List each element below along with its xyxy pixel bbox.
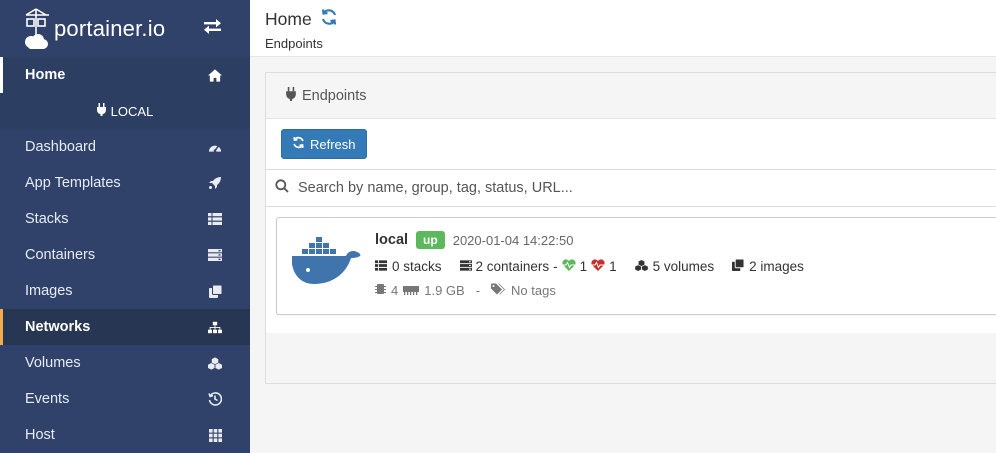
sidebar-item-label: Dashboard — [25, 139, 96, 155]
cubes-icon — [208, 356, 222, 370]
sidebar-item-app-templates[interactable]: App Templates — [0, 165, 250, 201]
server-icon — [459, 259, 472, 274]
cubes-icon — [634, 259, 648, 274]
widget-header: Endpoints — [266, 73, 996, 119]
toggle-endpoint-icon[interactable] — [203, 18, 222, 40]
separator: - — [553, 258, 558, 274]
images-stat: 2 images — [732, 258, 804, 274]
containers-count: 2 containers — [475, 258, 550, 274]
heartbeat-icon — [561, 258, 576, 274]
widget-actions: Refresh — [266, 119, 996, 169]
page-title-text: Home — [265, 9, 312, 29]
stacks-count: 0 stacks — [392, 258, 442, 274]
widget-footer — [266, 333, 996, 383]
page-title: Home — [265, 8, 981, 31]
volumes-count: 5 volumes — [652, 258, 715, 274]
refresh-button-label: Refresh — [310, 136, 356, 152]
search-icon — [275, 178, 289, 198]
unhealthy-count: 1 — [609, 258, 617, 274]
th-list-icon — [375, 259, 387, 274]
sidebar-item-host[interactable]: Host — [0, 417, 250, 453]
widget-title: Endpoints — [302, 87, 367, 104]
sidebar-item-label: Networks — [25, 319, 91, 335]
sidebar-item-label: Host — [25, 427, 55, 443]
refresh-button[interactable]: Refresh — [281, 129, 367, 159]
breadcrumb: Endpoints — [265, 36, 323, 51]
refresh-page-icon[interactable] — [320, 8, 338, 31]
memory-size: 1.9 GB — [424, 282, 465, 298]
search-input[interactable] — [298, 180, 898, 196]
sidebar-item-images[interactable]: Images — [0, 273, 250, 309]
tags-text: No tags — [511, 282, 556, 298]
endpoints-widget: Endpoints Refresh Search by name, group,… — [265, 72, 996, 384]
plug-icon — [96, 103, 106, 119]
sidebar-item-volumes[interactable]: Volumes — [0, 345, 250, 381]
search-bar — [266, 169, 996, 207]
rocket-icon — [208, 176, 222, 190]
sidebar-item-stacks[interactable]: Stacks — [0, 201, 250, 237]
clone-icon — [732, 258, 745, 274]
stacks-stat: 0 stacks — [375, 259, 442, 274]
th-icon — [208, 428, 222, 442]
images-count: 2 images — [749, 258, 804, 274]
endpoint-section-title: LOCAL — [0, 93, 250, 129]
sitemap-icon — [208, 320, 222, 334]
brand-name: portainer.io — [54, 15, 166, 41]
th-list-icon — [208, 212, 222, 226]
heartbeat-unhealthy-icon — [591, 258, 605, 274]
separator: - — [475, 282, 481, 298]
home-icon — [208, 68, 222, 82]
endpoint-name: local — [375, 232, 409, 248]
status-badge: up — [416, 231, 445, 249]
page-header: Home Endpoints — [250, 0, 996, 57]
endpoint-name: LOCAL — [110, 103, 154, 119]
server-icon — [208, 248, 222, 262]
sidebar-item-label: Containers — [25, 247, 96, 263]
sidebar: portainer.io Home LOCAL Dashboard App Te… — [0, 0, 250, 453]
sidebar-item-label: Events — [25, 391, 70, 407]
refresh-icon — [292, 136, 305, 152]
plug-icon — [286, 86, 296, 105]
sidebar-item-label: App Templates — [25, 175, 121, 191]
tags-icon — [491, 283, 506, 298]
sidebar-item-label: Volumes — [25, 355, 81, 371]
sidebar-item-home[interactable]: Home — [0, 57, 250, 93]
healthy-count: 1 — [579, 258, 588, 274]
sidebar-item-label: Home — [25, 67, 66, 83]
cpu-icon — [375, 283, 386, 298]
main-content: Home Endpoints Endpoints Refresh Search … — [250, 0, 996, 453]
history-icon — [208, 392, 222, 406]
volumes-stat: 5 volumes — [634, 258, 715, 274]
sidebar-item-label: Images — [25, 283, 73, 299]
sidebar-item-containers[interactable]: Containers — [0, 237, 250, 273]
endpoint-timestamp: 2020-01-04 14:22:50 — [452, 232, 574, 248]
list-item[interactable]: local up 2020-01-04 14:22:50 0 stacks 2 … — [276, 217, 996, 315]
containers-stat: 2 containers - 1 1 — [459, 258, 617, 274]
clone-icon — [208, 284, 222, 298]
endpoint-list: local up 2020-01-04 14:22:50 0 stacks 2 … — [266, 207, 996, 333]
memory-icon — [403, 283, 420, 298]
sidebar-item-events[interactable]: Events — [0, 381, 250, 417]
tachometer-icon — [208, 140, 222, 154]
sidebar-item-dashboard[interactable]: Dashboard — [0, 129, 250, 165]
sidebar-item-networks[interactable]: Networks — [0, 309, 250, 345]
cpu-count: 4 — [391, 282, 399, 298]
sidebar-item-label: Stacks — [25, 211, 69, 227]
docker-logo-icon — [277, 228, 375, 314]
portainer-logo-icon — [22, 7, 52, 51]
